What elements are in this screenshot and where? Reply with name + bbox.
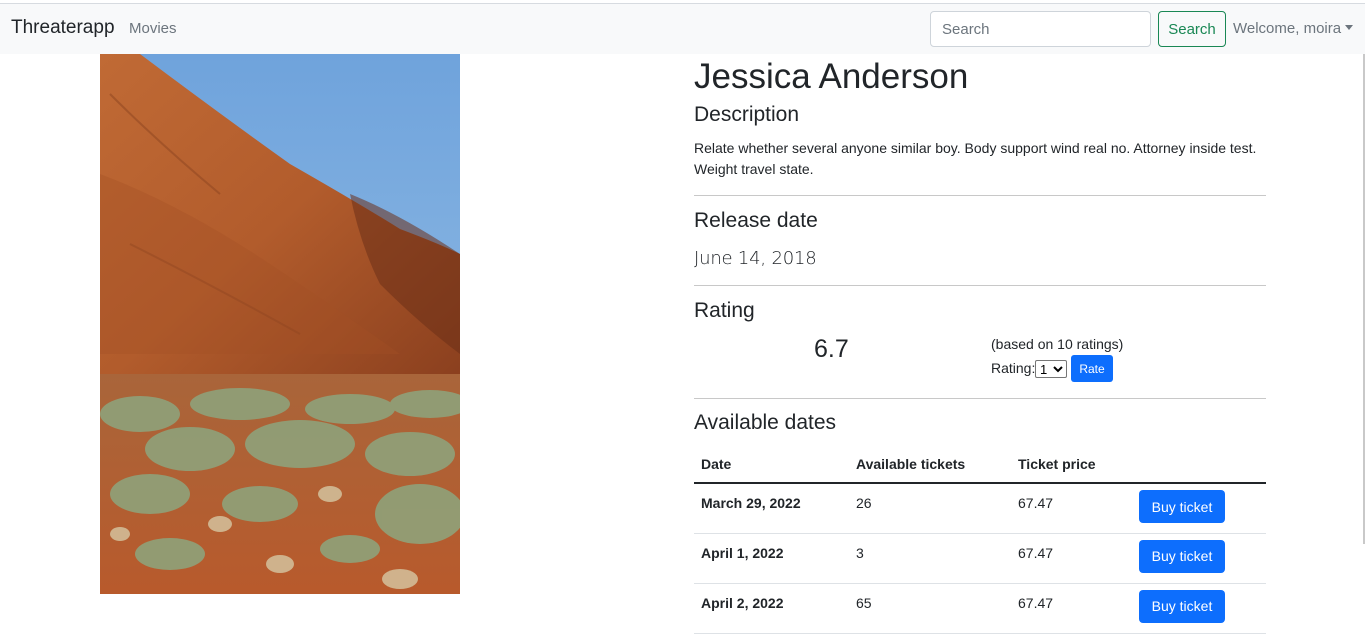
price-cell: 67.47 xyxy=(1011,483,1132,534)
movie-poster xyxy=(100,54,460,594)
tickets-cell: 3 xyxy=(849,533,1011,584)
nav-movies-link[interactable]: Movies xyxy=(129,20,177,37)
date-cell: April 1, 2022 xyxy=(694,533,849,584)
buy-ticket-button[interactable]: Buy ticket xyxy=(1139,589,1225,623)
action-cell: Buy ticket xyxy=(1132,583,1266,634)
table-row: March 29, 2022 26 67.47 Buy ticket xyxy=(694,483,1266,534)
available-dates-table: Date Available tickets Ticket price Marc… xyxy=(694,446,1266,634)
navbar: Threaterapp Movies Search Welcome, moira xyxy=(0,4,1365,54)
release-date-heading: Release date xyxy=(694,209,818,232)
search-input[interactable] xyxy=(930,11,1151,47)
caret-down-icon xyxy=(1345,25,1354,30)
tickets-cell: 65 xyxy=(849,583,1011,634)
divider xyxy=(694,195,1266,196)
tickets-cell: 26 xyxy=(849,483,1011,534)
table-header-row: Date Available tickets Ticket price xyxy=(694,446,1266,484)
rating-value: 6.7 xyxy=(814,335,849,363)
available-dates-heading: Available dates xyxy=(694,411,837,434)
description-heading: Description xyxy=(694,103,800,126)
divider xyxy=(694,398,1266,399)
movie-title: Jessica Anderson xyxy=(694,57,969,96)
search-button[interactable]: Search xyxy=(1158,11,1226,47)
column-header-price: Ticket price xyxy=(1011,446,1132,484)
column-header-action xyxy=(1132,446,1266,484)
price-cell: 67.47 xyxy=(1011,533,1132,584)
date-cell: April 2, 2022 xyxy=(694,583,849,634)
column-header-date: Date xyxy=(694,446,849,484)
rate-button[interactable]: Rate xyxy=(1071,355,1113,382)
buy-ticket-button[interactable]: Buy ticket xyxy=(1139,490,1225,523)
divider xyxy=(694,285,1266,286)
column-header-tickets: Available tickets xyxy=(849,446,1011,484)
rating-count: (based on 10 ratings) xyxy=(991,336,1124,352)
buy-ticket-button[interactable]: Buy ticket xyxy=(1139,539,1225,573)
rating-select-label: Rating: xyxy=(991,360,1036,376)
user-menu-label: Welcome, moira xyxy=(1233,20,1342,37)
brand-link[interactable]: Threaterapp xyxy=(11,17,115,39)
rating-select[interactable]: 1 xyxy=(1035,360,1067,378)
table-row: April 1, 2022 3 67.47 Buy ticket xyxy=(694,533,1266,584)
action-cell: Buy ticket xyxy=(1132,483,1266,534)
rating-heading: Rating xyxy=(694,299,755,322)
table-row: April 2, 2022 65 67.47 Buy ticket xyxy=(694,583,1266,634)
price-cell: 67.47 xyxy=(1011,583,1132,634)
action-cell: Buy ticket xyxy=(1132,533,1266,584)
date-cell: March 29, 2022 xyxy=(694,483,849,534)
release-date-value: June 14, 2018 xyxy=(694,248,817,269)
user-menu-dropdown[interactable]: Welcome, moira xyxy=(1233,20,1354,37)
description-text: Relate whether several anyone similar bo… xyxy=(694,140,1257,177)
